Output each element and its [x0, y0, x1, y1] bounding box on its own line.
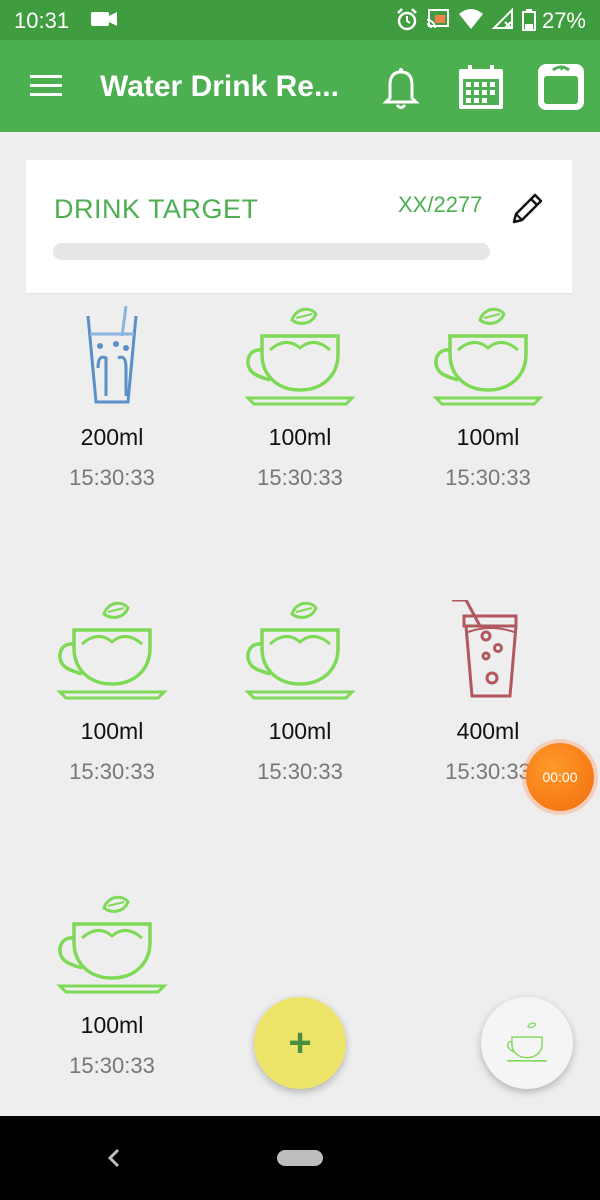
drink-time: 15:30:33 [445, 465, 531, 490]
drink-amount: 400ml [456, 718, 520, 744]
camera-icon [91, 12, 117, 26]
battery-icon [521, 9, 536, 31]
drink-item[interactable]: 200ml 15:30:33 [22, 305, 202, 506]
status-time: 10:31 [14, 8, 70, 33]
status-bar: 10:31 27% [0, 0, 600, 40]
tea-cup-icon [430, 306, 546, 416]
home-pill[interactable] [277, 1150, 323, 1166]
app-bar: Water Drink Re... [0, 40, 600, 132]
drink-amount: 100ml [268, 718, 332, 744]
drink-amount: 100ml [268, 424, 332, 450]
drink-amount: 100ml [80, 718, 144, 744]
drink-time: 15:30:33 [257, 465, 343, 490]
signal-icon [492, 8, 513, 29]
drink-progress-bar [53, 243, 490, 260]
drink-target-value: XX/2277 [398, 192, 483, 217]
tea-cup-icon [242, 306, 358, 416]
drink-item[interactable]: 100ml 15:30:33 [22, 600, 202, 800]
drink-amount: 100ml [80, 1012, 144, 1038]
scale-icon[interactable] [534, 60, 588, 114]
menu-icon[interactable] [28, 73, 64, 99]
drink-amount: 100ml [456, 424, 520, 450]
cup-menu-button[interactable] [481, 997, 573, 1089]
timer-bubble[interactable]: 00:00 [526, 743, 594, 811]
drink-item[interactable]: 100ml 15:30:33 [22, 894, 202, 1094]
wifi-icon [459, 9, 483, 29]
bell-icon[interactable] [374, 60, 428, 114]
drink-time: 15:30:33 [257, 759, 343, 784]
timer-label: 00:00 [542, 769, 578, 785]
status-icons [396, 8, 514, 32]
drink-item[interactable]: 100ml 15:30:33 [210, 600, 390, 800]
system-nav-bar [0, 1116, 600, 1200]
add-icon: + [288, 1020, 312, 1065]
edit-target-pencil-icon[interactable] [508, 188, 548, 228]
drink-amount: 200ml [80, 424, 144, 450]
calendar-icon[interactable] [454, 60, 508, 114]
alarm-icon [397, 8, 417, 31]
drink-target-label: DRINK TARGET [54, 194, 259, 224]
add-drink-button[interactable]: + [254, 997, 346, 1089]
app-title: Water Drink Re... [100, 70, 339, 103]
cast-icon [426, 9, 449, 29]
tea-cup-icon [506, 1022, 547, 1062]
drink-time: 15:30:33 [69, 465, 155, 490]
water-glass-icon [54, 305, 170, 416]
back-chevron-icon[interactable] [104, 1146, 124, 1170]
drink-time: 15:30:33 [69, 1053, 155, 1078]
tea-cup-icon [242, 600, 358, 710]
juice-glass-icon [430, 598, 546, 710]
tea-cup-icon [54, 894, 170, 1004]
drink-target-card: DRINK TARGET XX/2277 [26, 160, 572, 293]
battery-percent: 27% [541, 8, 586, 33]
tea-cup-icon [54, 600, 170, 710]
drink-time: 15:30:33 [69, 759, 155, 784]
drink-item[interactable]: 100ml 15:30:33 [210, 306, 390, 506]
battery-status: 27% [521, 8, 586, 34]
drink-item[interactable]: 100ml 15:30:33 [398, 306, 578, 506]
